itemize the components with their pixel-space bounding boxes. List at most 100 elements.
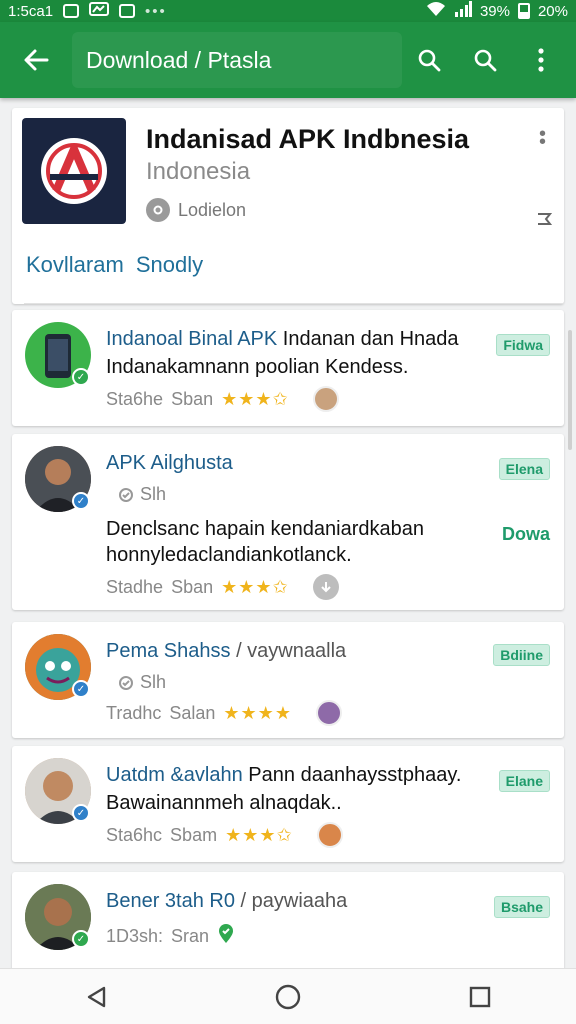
list-item[interactable]: ✓ Indanoal Binal APK Indanan dan Hnada F… bbox=[12, 310, 564, 426]
item-title-highlight: APK Ailghusta bbox=[106, 452, 233, 474]
item-sub-label: Slh bbox=[140, 484, 167, 504]
wifi-icon bbox=[426, 1, 446, 21]
item-badge[interactable]: Fidwa bbox=[496, 334, 550, 356]
verified-icon: ✓ bbox=[72, 930, 90, 948]
item-foot-label-2: Sbam bbox=[170, 824, 218, 845]
item-title-highlight: Bener 3tah R0 bbox=[106, 890, 235, 912]
item-title-alt: / vaywnaalla bbox=[230, 640, 347, 662]
app-bar-title[interactable]: Download / Ptasla bbox=[72, 32, 402, 88]
item-footer: Stadhe Sban ★★★✩ bbox=[106, 574, 339, 600]
item-badge[interactable]: Bdiine bbox=[493, 644, 550, 666]
item-badge[interactable]: Elane bbox=[498, 770, 550, 792]
item-foot-label: Sta6hc bbox=[106, 824, 163, 845]
item-title-highlight: Uatdm &avlahn bbox=[106, 764, 243, 786]
verified-icon: ✓ bbox=[72, 368, 90, 386]
item-title-highlight: Indanoal Binal APK bbox=[106, 328, 278, 350]
status-bar: 1:5ca1 ••• 39% 20% bbox=[0, 0, 576, 22]
verified-icon: ✓ bbox=[72, 680, 90, 698]
system-nav-bar bbox=[0, 968, 576, 1024]
item-footer: Sta6hc Sbam ★★★✩ bbox=[106, 822, 343, 848]
list-item[interactable]: ✓ Bener 3tah R0 / paywiaaha Bsahe 1D3sh:… bbox=[12, 872, 564, 982]
item-foot-label: Sta6he bbox=[106, 388, 164, 409]
item-foot-label: 1D3sh: bbox=[106, 926, 164, 946]
item-footer: Sta6he Sban ★★★✩ bbox=[106, 386, 339, 412]
status-time: 1:5ca1 bbox=[8, 2, 54, 20]
location-icon bbox=[146, 198, 170, 222]
back-button[interactable] bbox=[0, 22, 72, 98]
app-header-card: Indanisad APK Indbnesia Indonesia Lodiel… bbox=[12, 108, 564, 304]
item-foot-label-2: Sban bbox=[171, 576, 214, 597]
notification-icon bbox=[63, 4, 80, 18]
item-title-rest: Indanan dan Hnada bbox=[277, 328, 459, 350]
item-badge[interactable]: Elena bbox=[498, 458, 550, 480]
item-sub-label: Slh bbox=[140, 672, 167, 692]
rating-stars: ★★★✩ bbox=[221, 576, 289, 597]
header-tabs: Kovllaram Snodly bbox=[26, 252, 203, 278]
header-divider bbox=[24, 303, 564, 304]
app-subtitle: Indonesia bbox=[146, 158, 251, 185]
item-description: Denclsanc hapain kendaniardkaban bbox=[106, 518, 425, 540]
nav-recents-button[interactable] bbox=[450, 969, 510, 1024]
list-item[interactable]: ✓ Pema Shahss / vaywnaalla Bdiine Slh Tr… bbox=[12, 622, 564, 738]
item-title: APK Ailghusta bbox=[106, 452, 233, 475]
item-title: Pema Shahss / vaywnaalla bbox=[106, 640, 346, 663]
item-sub: Slh bbox=[118, 672, 166, 693]
app-meta-label: Lodielon bbox=[178, 199, 247, 220]
list-item[interactable]: ✓ APK Ailghusta Elena Slh Denclsanc hapa… bbox=[12, 434, 564, 610]
app-notification-icon bbox=[89, 2, 110, 20]
location-pin-icon bbox=[217, 924, 235, 949]
item-title-alt: / paywiaaha bbox=[234, 890, 348, 912]
more-notifications-icon: ••• bbox=[145, 2, 167, 20]
battery-percent: 39% bbox=[479, 2, 510, 20]
app-bar: Download / Ptasla bbox=[0, 22, 576, 98]
item-badge[interactable]: Bsahe bbox=[493, 896, 550, 918]
search-button[interactable] bbox=[406, 37, 452, 83]
search-icon bbox=[474, 49, 497, 72]
app-title: Indanisad APK Indbnesia bbox=[146, 124, 470, 154]
search-button-secondary[interactable] bbox=[462, 37, 508, 83]
app-logo-icon bbox=[41, 138, 107, 204]
item-description: Bawainannmeh alnaqdak.. bbox=[106, 792, 342, 814]
rating-stars: ★★★✩ bbox=[225, 824, 293, 845]
item-foot-label: Stadhe bbox=[106, 576, 164, 597]
reviewer-avatar bbox=[316, 822, 343, 848]
flag-icon[interactable] bbox=[536, 212, 553, 229]
item-title-rest: Pann daanhaysstphaay. bbox=[242, 764, 462, 786]
verified-icon: ✓ bbox=[72, 492, 90, 510]
item-footer: 1D3sh: Sran bbox=[106, 924, 235, 949]
battery-icon bbox=[517, 3, 530, 19]
item-foot-label-2: Sran bbox=[171, 926, 210, 946]
item-foot-label: Tradhc bbox=[106, 702, 162, 723]
signal-icon bbox=[454, 1, 472, 21]
tab-kovllaram[interactable]: Kovllaram bbox=[26, 252, 124, 278]
back-triangle-icon bbox=[87, 986, 106, 1007]
download-icon[interactable] bbox=[312, 574, 339, 600]
more-vert-icon bbox=[538, 48, 544, 72]
header-more-icon[interactable]: • • bbox=[539, 124, 546, 152]
overflow-menu-button[interactable] bbox=[518, 37, 564, 83]
app-meta: Lodielon bbox=[146, 198, 246, 222]
home-circle-icon bbox=[275, 984, 301, 1009]
reviewer-avatar bbox=[312, 386, 339, 412]
battery-percent-secondary: 20% bbox=[537, 2, 568, 20]
location-icon bbox=[119, 675, 133, 690]
nav-back-button[interactable] bbox=[66, 969, 126, 1024]
item-sub: Slh bbox=[118, 484, 166, 505]
item-title-highlight: Pema Shahss bbox=[106, 640, 231, 662]
item-title: Indanoal Binal APK Indanan dan Hnada bbox=[106, 328, 459, 351]
tab-snodly[interactable]: Snodly bbox=[136, 252, 203, 278]
item-action-label[interactable]: Dowa bbox=[502, 524, 550, 545]
nav-home-button[interactable] bbox=[258, 969, 318, 1024]
rating-stars: ★★★✩ bbox=[221, 388, 289, 409]
item-description: Indanakamnann poolian Kendess. bbox=[106, 356, 409, 378]
verified-icon: ✓ bbox=[72, 804, 90, 822]
recents-square-icon bbox=[469, 986, 491, 1007]
arrow-back-icon bbox=[24, 49, 49, 71]
message-icon bbox=[119, 4, 136, 18]
item-title: Bener 3tah R0 / paywiaaha bbox=[106, 890, 347, 913]
item-title: Uatdm &avlahn Pann daanhaysstphaay. bbox=[106, 764, 461, 787]
list-item[interactable]: ✓ Uatdm &avlahn Pann daanhaysstphaay. El… bbox=[12, 746, 564, 862]
scrollbar[interactable] bbox=[568, 330, 572, 450]
rating-stars: ★★★★ bbox=[223, 702, 292, 723]
item-foot-label-2: Salan bbox=[169, 702, 216, 723]
